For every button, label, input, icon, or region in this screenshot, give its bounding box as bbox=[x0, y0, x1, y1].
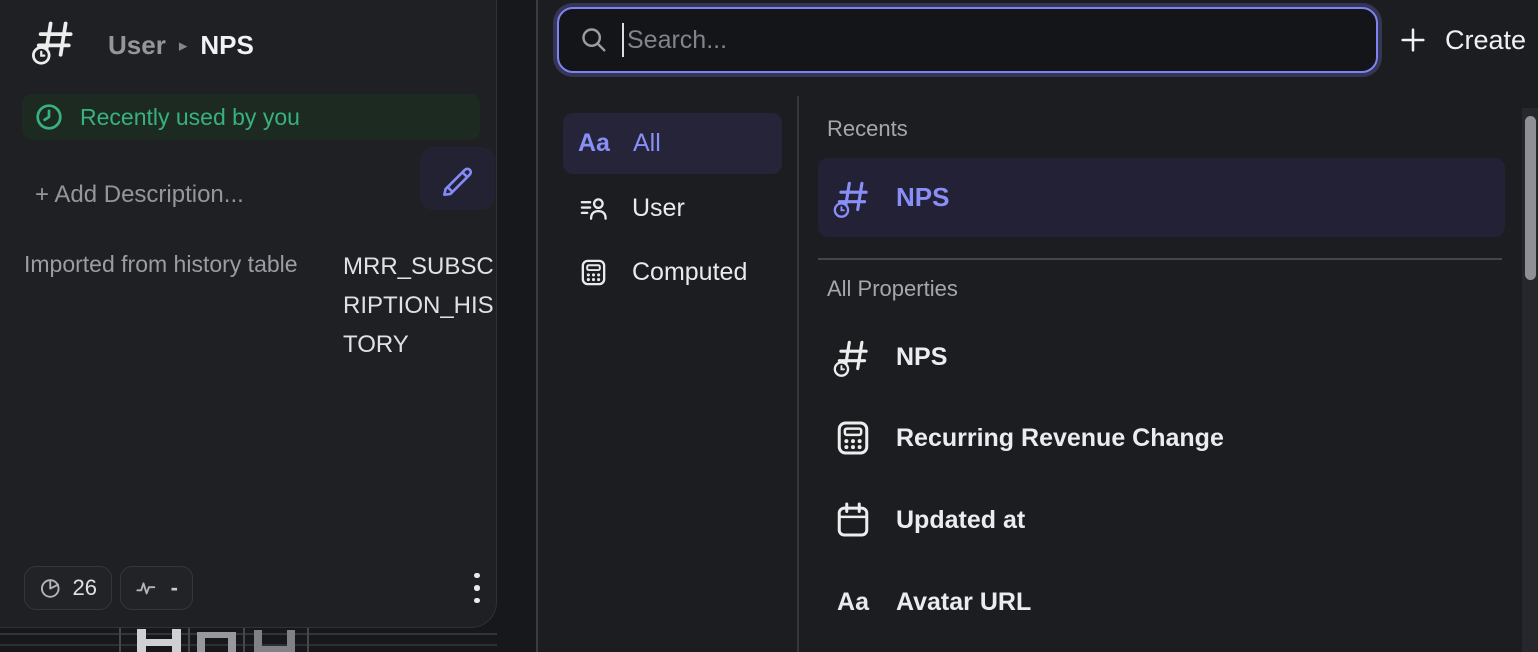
property-row-nps[interactable]: NPS bbox=[818, 317, 1505, 397]
trend-value: - bbox=[171, 575, 178, 601]
numeric-history-icon bbox=[832, 177, 874, 219]
search-icon bbox=[579, 25, 609, 55]
numeric-history-icon bbox=[832, 336, 874, 378]
pencil-icon bbox=[437, 158, 479, 200]
recents-heading: Recents bbox=[827, 115, 908, 143]
calculator-icon bbox=[578, 257, 609, 288]
result-label: NPS bbox=[896, 182, 949, 213]
pie-chart-icon bbox=[39, 576, 62, 601]
kebab-dot bbox=[474, 598, 480, 604]
trend-chip[interactable]: - bbox=[120, 566, 193, 610]
kebab-dot bbox=[474, 573, 480, 579]
decor-tick bbox=[243, 628, 245, 652]
decor-tick bbox=[119, 628, 121, 652]
calendar-icon bbox=[832, 499, 874, 541]
scrollbar-thumb[interactable] bbox=[1525, 116, 1536, 280]
search-input-box[interactable] bbox=[557, 7, 1378, 73]
recently-used-label: Recently used by you bbox=[80, 104, 300, 131]
breadcrumb-current: NPS bbox=[200, 30, 253, 61]
result-label: Updated at bbox=[896, 506, 1025, 535]
property-row-recurring-revenue-change[interactable]: Recurring Revenue Change bbox=[818, 398, 1505, 478]
tab-label: User bbox=[632, 194, 685, 223]
filter-tab-all[interactable]: Aa All bbox=[563, 113, 782, 174]
decor-glyph bbox=[172, 629, 181, 652]
user-list-icon bbox=[578, 193, 609, 224]
decor-line bbox=[0, 644, 497, 646]
numeric-history-icon bbox=[30, 16, 80, 71]
clock-icon bbox=[35, 103, 63, 131]
breadcrumb: User ▸ NPS bbox=[108, 27, 254, 63]
decor-glyph bbox=[254, 646, 295, 652]
text-format-icon: Aa bbox=[578, 129, 610, 158]
decor-glyph bbox=[146, 639, 172, 646]
all-properties-heading: All Properties bbox=[827, 275, 958, 303]
plus-icon bbox=[1398, 25, 1428, 55]
decor-tick bbox=[307, 628, 309, 652]
text-format-icon: Aa bbox=[832, 581, 874, 623]
property-row-avatar-url[interactable]: Aa Avatar URL bbox=[818, 562, 1505, 642]
edit-description-button[interactable] bbox=[420, 147, 495, 210]
breadcrumb-parent[interactable]: User bbox=[108, 30, 166, 61]
filter-tab-computed[interactable]: Computed bbox=[563, 246, 782, 298]
result-label: NPS bbox=[896, 343, 947, 372]
add-description-button[interactable]: + Add Description... bbox=[35, 180, 244, 210]
decor-line bbox=[0, 633, 497, 635]
recently-used-badge: Recently used by you bbox=[22, 94, 480, 140]
property-count-value: 26 bbox=[73, 575, 97, 601]
recents-divider bbox=[818, 258, 1502, 260]
recent-item-nps[interactable]: NPS bbox=[818, 158, 1505, 237]
tabs-results-divider bbox=[797, 96, 799, 652]
create-button[interactable]: Create bbox=[1398, 18, 1526, 62]
kebab-dot bbox=[474, 585, 480, 591]
property-row-updated-at[interactable]: Updated at bbox=[818, 480, 1505, 560]
import-source-value: MRR_SUBSCRIPTION_HISTORY bbox=[343, 247, 501, 364]
decor-glyph bbox=[197, 632, 236, 638]
text-caret bbox=[622, 23, 624, 57]
result-label: Recurring Revenue Change bbox=[896, 424, 1224, 453]
activity-icon bbox=[135, 576, 157, 600]
calculator-icon bbox=[832, 417, 874, 459]
search-input[interactable] bbox=[627, 26, 1356, 55]
filter-tab-user[interactable]: User bbox=[563, 182, 782, 234]
create-button-label: Create bbox=[1445, 25, 1526, 56]
tab-label: Computed bbox=[632, 258, 747, 287]
result-label: Avatar URL bbox=[896, 588, 1031, 617]
decor-glyph bbox=[137, 629, 146, 652]
chevron-right-icon: ▸ bbox=[179, 34, 188, 56]
screen: User ▸ NPS Recently used by you + Add De… bbox=[0, 0, 1538, 652]
overflow-menu-button[interactable] bbox=[466, 567, 488, 609]
property-count-chip[interactable]: 26 bbox=[24, 566, 112, 610]
tab-label: All bbox=[633, 129, 661, 158]
decor-tick bbox=[188, 628, 190, 652]
import-source-label: Imported from history table bbox=[24, 251, 336, 278]
